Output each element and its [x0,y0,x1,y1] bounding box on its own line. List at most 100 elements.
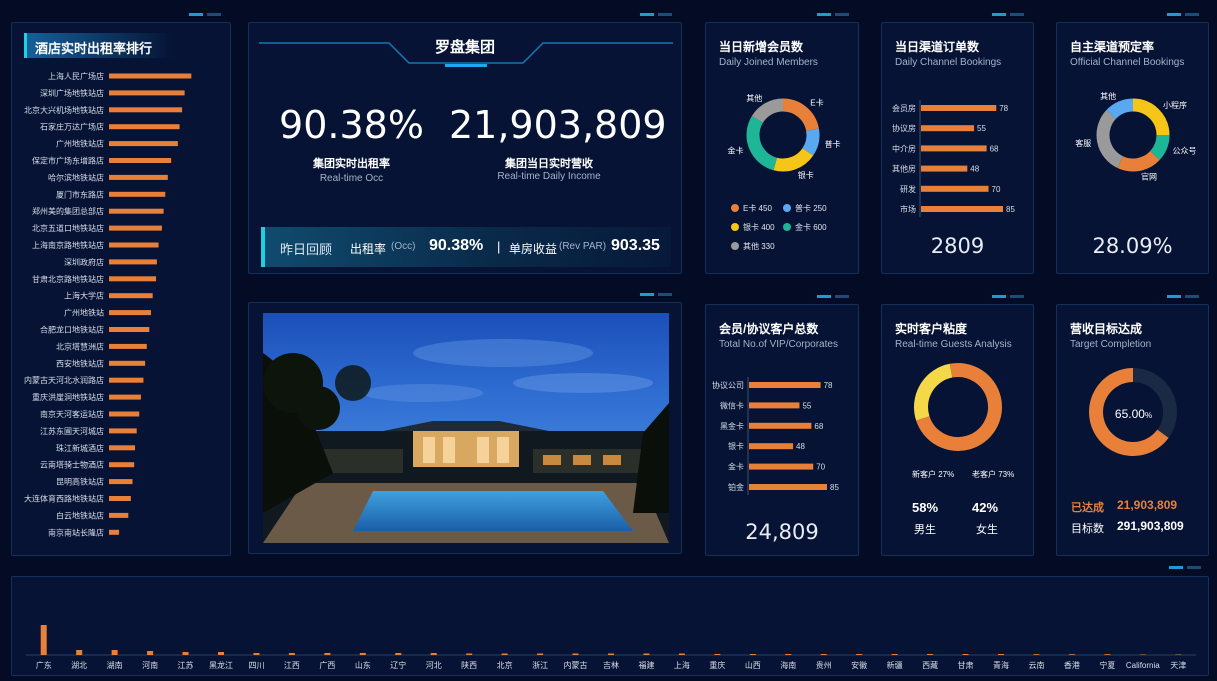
province-label: 山西 [745,660,761,670]
bar-value: 85 [1006,205,1015,214]
members-sub: Daily Joined Members [719,57,818,68]
province-bar [608,653,614,655]
target-pct-value: 65.00 [1114,407,1145,421]
ranking-label: 重庆洪崖洞地铁站店 [32,392,104,402]
donut-slice [751,98,784,124]
ranking-bar [109,141,178,147]
province-bar [891,654,898,655]
donut-slice [802,128,820,156]
legend-text: 金卡 600 [795,223,827,232]
guests-old-label: 老客户 73% [972,470,1015,479]
legend-dot [731,204,739,212]
donut-label: E卡 [810,97,823,107]
province-label: 北京 [497,660,513,670]
ranking-label: 上海大学店 [64,291,104,301]
province-bar [182,652,189,655]
bar [749,463,814,470]
province-bar [76,650,83,655]
legend-dot [783,223,791,231]
ranking-bar [109,107,183,113]
ranking-label: 广州地铁站店 [56,139,104,149]
ranking-label: 深圳政府店 [64,257,104,267]
ranking-bar [109,310,151,316]
channel-title: 当日渠道订单数 [895,40,980,54]
province-label: 湖南 [107,660,123,670]
members-deco [817,13,857,16]
bar-value: 48 [796,442,805,451]
province-bar [359,653,366,655]
ranking-bar [109,479,133,485]
province-label: 黑龙江 [209,660,233,670]
province-label: 宁夏 [1099,660,1115,670]
province-bar [466,653,473,655]
review-occ-value: 90.38% [429,237,484,254]
province-bar [714,654,721,655]
province-bar [998,654,1004,655]
bar-value: 70 [992,185,1001,194]
legend-item: 银卡 400 [731,222,775,233]
province-label: 重庆 [709,660,725,670]
official-total: 28.09% [1092,234,1173,258]
target-panel: 营收目标达成 Target Completion 65.00% 已达成 21,9… [1056,304,1209,556]
bar-value: 55 [802,401,811,410]
province-bar [820,654,827,655]
ranking-title: 酒店实时出租率排行 [35,41,153,56]
province-bar [288,653,295,655]
ranking-label: 保定市广场东增路店 [32,156,104,166]
bar-value: 70 [816,463,825,472]
ranking-label: 西安地铁站店 [56,358,104,368]
ranking-bar [109,445,136,451]
legend-text: 银卡 400 [743,223,775,232]
female-pct: 42% [972,500,999,515]
official-donut: 小程序公众号官网 客服 其他 [1075,91,1196,182]
province-label: 江西 [284,661,300,670]
channel-deco [992,13,1032,16]
province-label: 安徽 [851,660,867,670]
bar [749,402,800,409]
donut-label: 客服 [1075,138,1091,148]
group-panel: 罗盘集团 90.38% 集团实时出租率 Real-time Occ 21,903… [248,22,682,274]
province-bar [1139,654,1146,655]
bar-value: 78 [824,381,833,390]
province-label: 新疆 [887,660,903,670]
province-bar [572,653,579,655]
ranking-label: 郑州美的集团总部店 [32,206,104,216]
donut-label: 银卡 [798,170,814,180]
ranking-bar [109,377,144,383]
donut-label: 官网 [1141,172,1157,182]
ranking-label: 北京五道口地铁站店 [32,223,104,233]
bar-label: 金卡 [728,462,744,472]
province-label: 香港 [1064,660,1080,670]
channel-sub: Daily Channel Bookings [895,57,1002,68]
legend-dot [783,204,791,212]
bar-label: 铂金 [728,482,744,492]
ranking-label: 南京天河客运站店 [40,409,104,419]
province-label: 海南 [780,660,796,670]
official-deco [1167,13,1207,16]
province-label: 四川 [248,661,264,670]
done-value: 21,903,809 [1117,498,1178,512]
bar-value: 85 [830,483,839,492]
province-label: 甘肃 [958,660,974,670]
legend-text: 其他 330 [743,242,775,251]
guests-panel: 实时客户粘度 Real-time Guests Analysis 新客户 27%… [881,304,1034,556]
province-bar [1175,654,1182,655]
review-occ-sub: (Occ) [391,241,416,252]
review-revpar-label: 单房收益 [509,242,558,256]
bar [749,443,794,450]
province-deco [1169,566,1209,569]
vip-panel: 会员/协议客户总数 Total No.of VIP/Corporates 协议公… [705,304,859,556]
official-sub: Official Channel Bookings [1070,57,1185,68]
donut-slice [746,115,778,171]
bar-label: 微信卡 [720,400,744,410]
ranking-label: 上海人民广场店 [48,71,104,81]
province-bar [40,625,47,655]
bar [921,125,975,132]
official-panel: 自主渠道预定率 Official Channel Bookings 小程序 公众号… [1056,22,1209,274]
target-pct-unit: % [1144,411,1153,420]
ranking-bar [109,158,172,163]
legend-text: E卡 450 [743,204,772,213]
bar-value: 78 [999,104,1008,113]
vip-bar-chart: 协议公司 78 微信卡 55 黑金卡 68 银卡 48 金卡 70 铂金 85 [712,377,839,495]
ranking-bar [109,225,162,231]
